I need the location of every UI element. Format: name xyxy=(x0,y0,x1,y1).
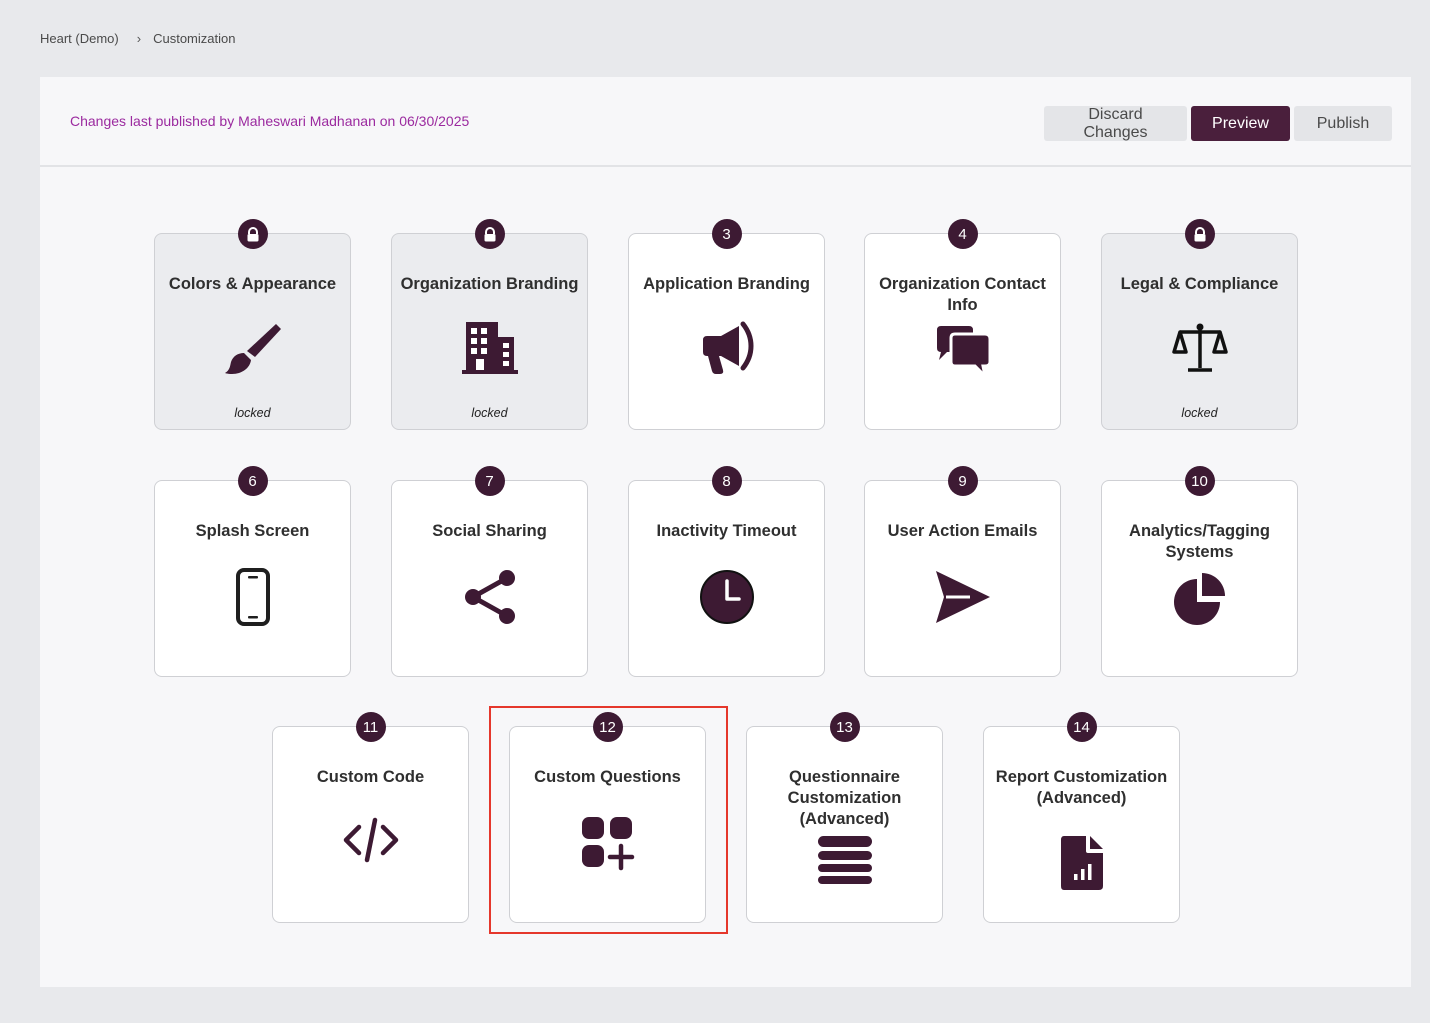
publish-button[interactable]: Publish xyxy=(1294,106,1392,141)
card-title: Custom Questions xyxy=(534,768,681,786)
card-title: Analytics/Tagging Systems xyxy=(1129,522,1270,561)
card-splash-screen[interactable]: 6 Splash Screen xyxy=(154,466,351,677)
report-file-icon xyxy=(1060,835,1104,891)
scales-icon xyxy=(1171,322,1228,374)
breadcrumb: Heart (Demo) › Customization xyxy=(40,31,235,46)
building-icon xyxy=(461,321,518,375)
lock-icon xyxy=(1194,226,1205,241)
paintbrush-icon xyxy=(224,320,282,378)
card-title: Legal & Compliance xyxy=(1120,275,1279,293)
card-inactivity-timeout[interactable]: 8 Inactivity Timeout xyxy=(628,466,825,677)
lock-icon xyxy=(484,226,495,241)
header-actions: Discard Changes Preview Publish xyxy=(1044,106,1392,141)
card-status: locked xyxy=(234,406,271,420)
card-report-customization[interactable]: 14 Report Customization (Advanced) xyxy=(983,712,1180,923)
card-status: locked xyxy=(471,406,508,420)
step-badge: 12 xyxy=(592,712,623,742)
card-legal-compliance[interactable]: Legal & Compliance locked xyxy=(1101,219,1298,430)
chat-bubbles-icon xyxy=(933,324,993,380)
step-badge: 4 xyxy=(947,219,978,249)
card-title: User Action Emails xyxy=(887,522,1038,540)
pie-chart-icon xyxy=(1173,571,1227,625)
step-badge: 6 xyxy=(237,466,268,496)
card-title: Organization Branding xyxy=(400,275,579,293)
card-questionnaire-customization[interactable]: 13 Questionnaire Customization (Advanced… xyxy=(746,712,943,923)
card-application-branding[interactable]: 3 Application Branding xyxy=(628,219,825,430)
lock-badge xyxy=(237,219,268,249)
step-badge: 14 xyxy=(1066,712,1097,742)
card-analytics-tagging[interactable]: 10 Analytics/Tagging Systems xyxy=(1101,466,1298,677)
bars-icon xyxy=(817,835,873,887)
step-badge: 9 xyxy=(947,466,978,496)
chevron-right-icon: › xyxy=(136,31,142,46)
lock-badge xyxy=(474,219,505,249)
step-badge: 7 xyxy=(474,466,505,496)
card-title: Questionnaire Customization (Advanced) xyxy=(787,768,902,828)
step-badge: 13 xyxy=(829,712,860,742)
code-icon xyxy=(343,817,399,863)
step-badge: 11 xyxy=(355,712,386,742)
card-title: Report Customization (Advanced) xyxy=(995,768,1168,807)
card-user-action-emails[interactable]: 9 User Action Emails xyxy=(864,466,1061,677)
preview-button[interactable]: Preview xyxy=(1191,106,1290,141)
card-social-sharing[interactable]: 7 Social Sharing xyxy=(391,466,588,677)
breadcrumb-root[interactable]: Heart (Demo) xyxy=(40,31,119,46)
megaphone-icon xyxy=(699,320,755,376)
step-badge: 8 xyxy=(711,466,742,496)
discard-changes-button[interactable]: Discard Changes xyxy=(1044,106,1187,141)
card-title: Custom Code xyxy=(316,768,425,786)
step-badge: 10 xyxy=(1184,466,1215,496)
card-title: Colors & Appearance xyxy=(168,275,337,293)
card-colors-appearance[interactable]: Colors & Appearance locked xyxy=(154,219,351,430)
step-badge: 3 xyxy=(711,219,742,249)
publish-note: Changes last published by Maheswari Madh… xyxy=(70,113,470,129)
card-status: locked xyxy=(1181,406,1218,420)
panel-header: Changes last published by Maheswari Madh… xyxy=(40,77,1411,167)
card-organization-branding[interactable]: Organization Branding locked xyxy=(391,219,588,430)
card-title: Splash Screen xyxy=(195,522,310,540)
card-title: Organization Contact Info xyxy=(879,275,1046,314)
card-custom-questions[interactable]: 12 Custom Questions xyxy=(509,712,706,923)
clock-icon xyxy=(699,569,755,625)
card-title: Application Branding xyxy=(643,275,810,293)
breadcrumb-current: Customization xyxy=(153,31,236,46)
paper-plane-icon xyxy=(934,569,992,625)
card-title: Inactivity Timeout xyxy=(656,522,797,540)
card-custom-code[interactable]: 11 Custom Code xyxy=(272,712,469,923)
card-title: Social Sharing xyxy=(432,522,547,540)
mobile-phone-icon xyxy=(235,568,271,626)
lock-badge xyxy=(1184,219,1215,249)
share-icon xyxy=(463,569,517,625)
add-widget-icon xyxy=(580,815,636,871)
card-organization-contact-info[interactable]: 4 Organization Contact Info xyxy=(864,219,1061,430)
lock-icon xyxy=(247,226,258,241)
